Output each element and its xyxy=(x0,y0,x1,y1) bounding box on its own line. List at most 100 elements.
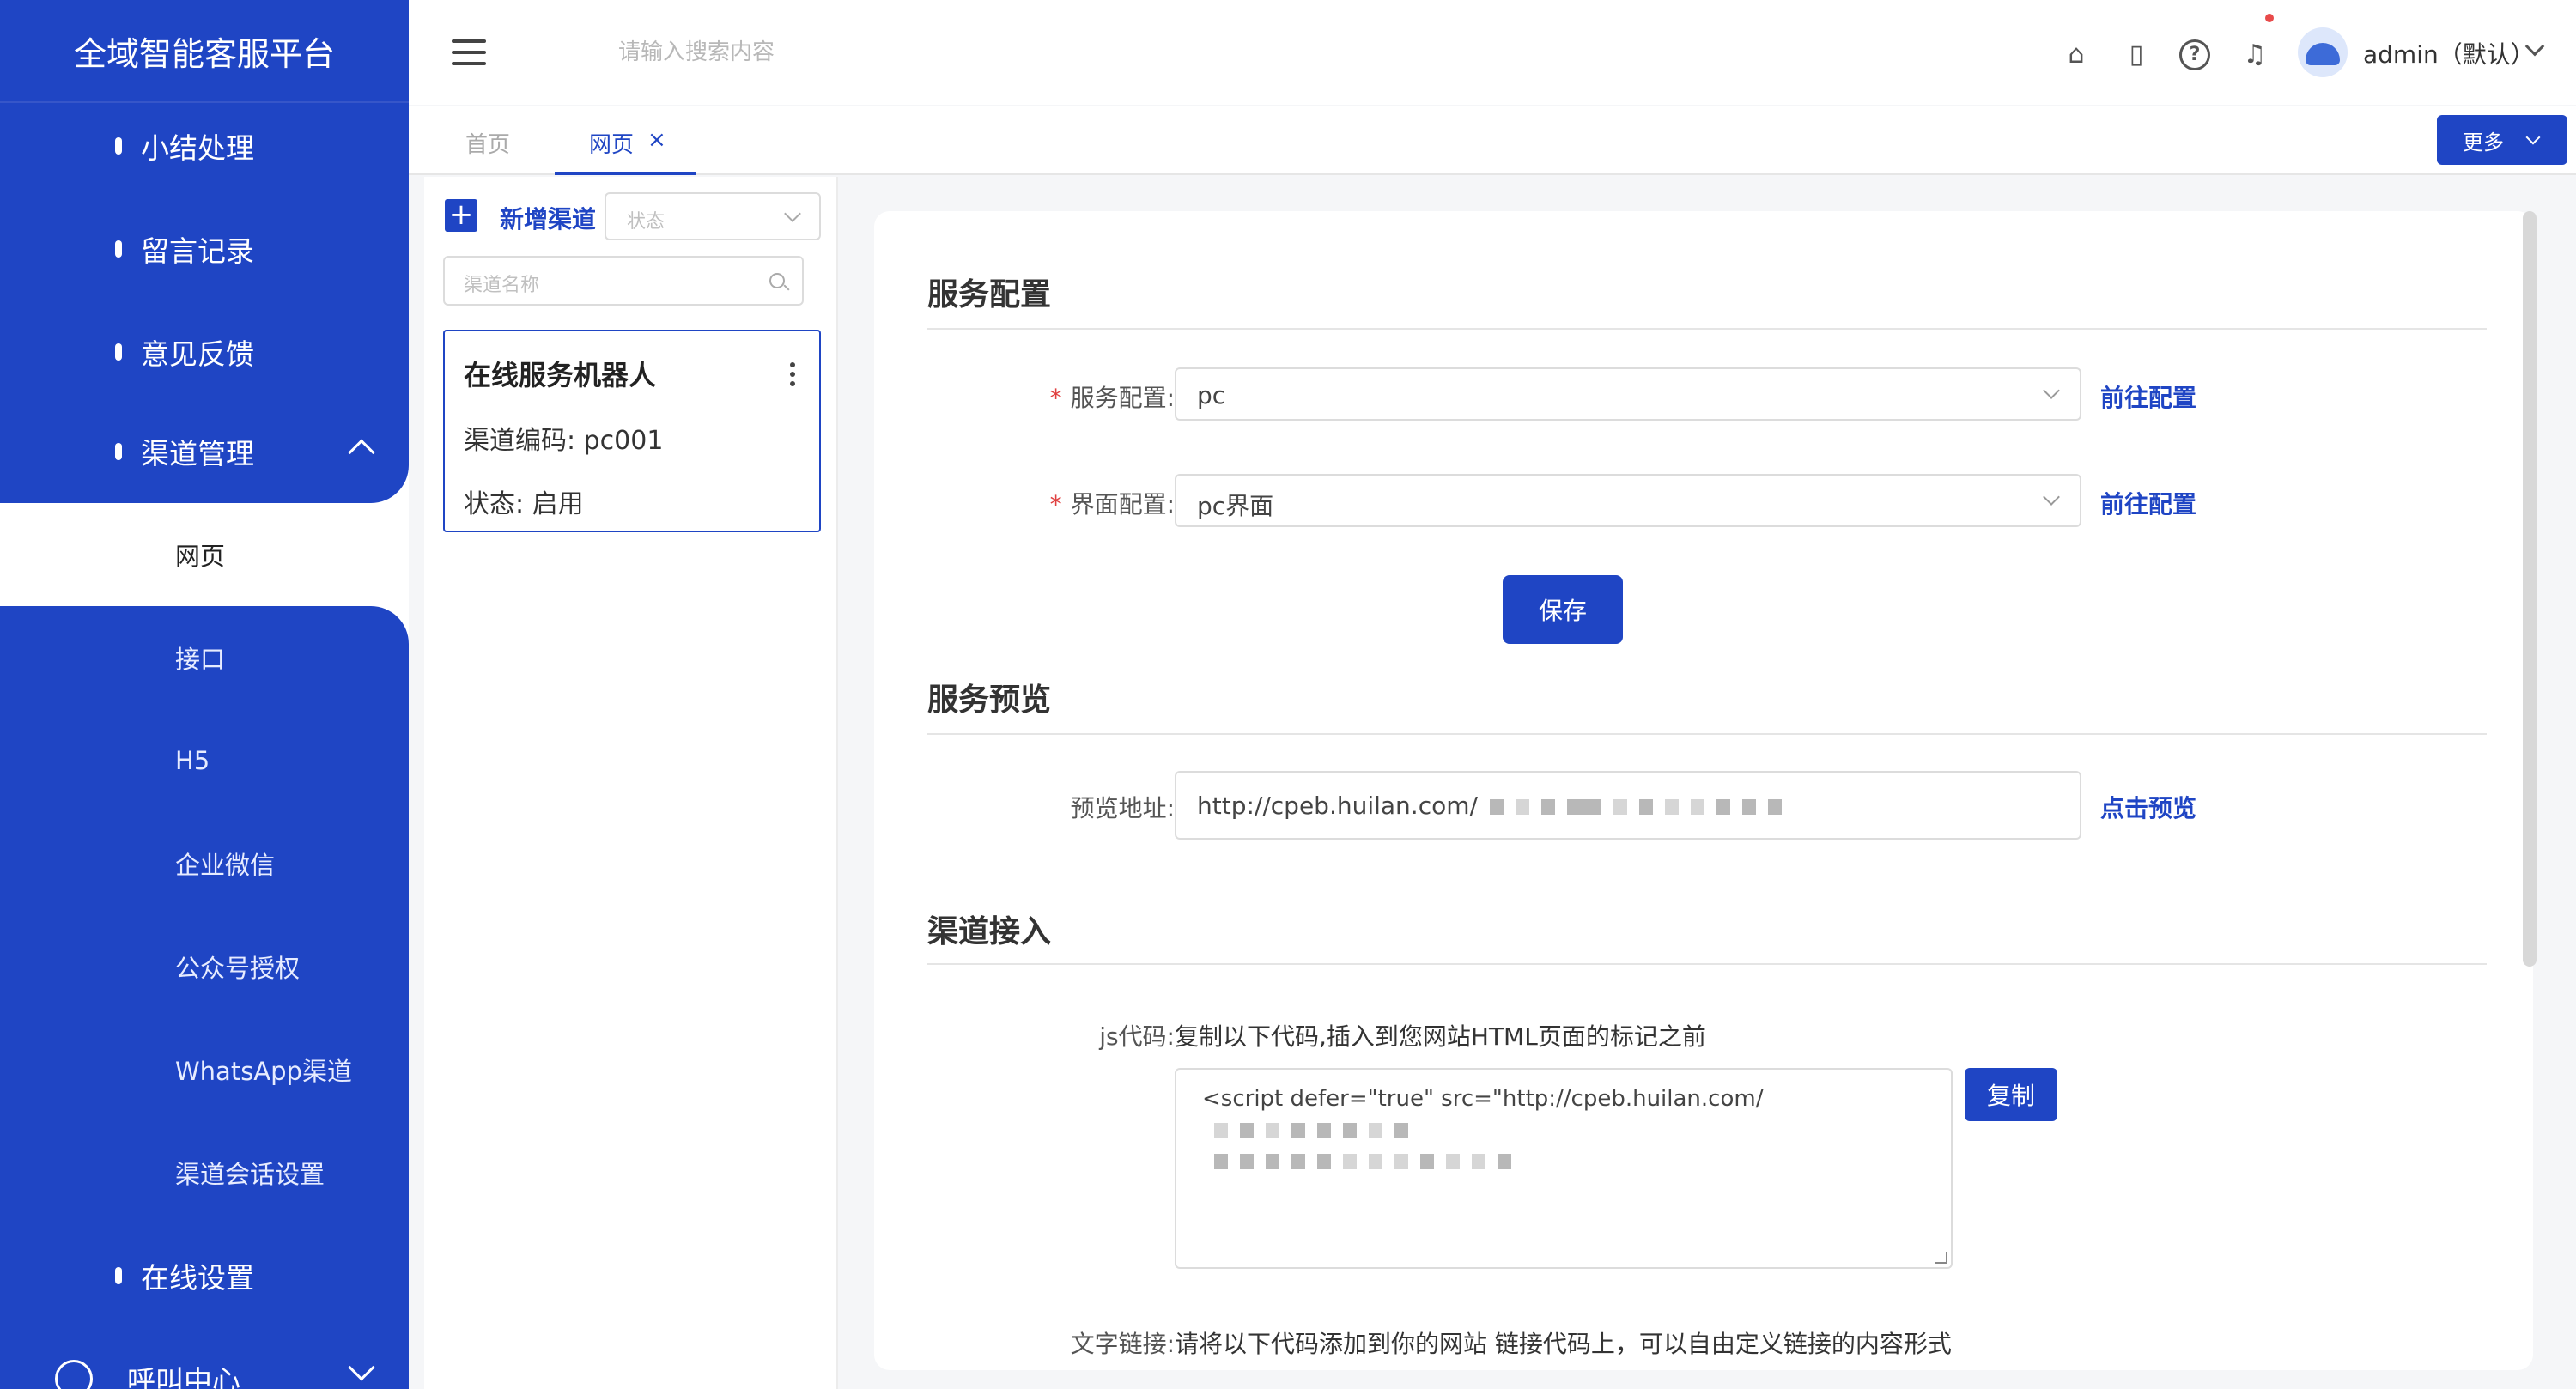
bell-icon[interactable]: ♫ xyxy=(2239,39,2270,70)
js-code-value: <script defer="true" src="http://cpeb.hu… xyxy=(1202,1086,1764,1112)
sidebar-subitem-web[interactable]: 网页 xyxy=(0,503,409,606)
section-title-service: 服务配置 xyxy=(927,277,1052,312)
ui-config-label: * 界面配置: xyxy=(1049,490,1175,519)
sidebar-item-online-settings[interactable]: 在线设置 xyxy=(0,1224,409,1327)
active-tab-indicator xyxy=(555,172,696,175)
channel-status: 状态: 启用 xyxy=(464,489,584,519)
service-config-select[interactable]: pc xyxy=(1175,367,2081,421)
resize-handle-icon[interactable] xyxy=(1935,1252,1947,1264)
redacted-block xyxy=(1741,799,1756,815)
help-icon[interactable]: ? xyxy=(2179,39,2210,70)
bullet-icon xyxy=(115,343,122,361)
sidebar-item-label: 意见反馈 xyxy=(141,337,254,371)
redacted-block xyxy=(1716,799,1730,815)
chevron-down-icon xyxy=(784,205,801,222)
channel-card-title: 在线服务机器人 xyxy=(464,359,657,391)
tab-web[interactable]: 网页 xyxy=(589,127,634,159)
channel-card[interactable]: 在线服务机器人 渠道编码: pc001 状态: 启用 xyxy=(443,330,821,532)
divider xyxy=(927,328,2487,330)
add-channel-button[interactable]: 新增渠道 xyxy=(500,201,596,235)
menu-toggle-icon[interactable] xyxy=(452,39,486,65)
channel-name-search-input[interactable]: 渠道名称 xyxy=(443,256,804,306)
sidebar-item-summary[interactable]: 小结处理 xyxy=(0,94,409,197)
robot-icon[interactable]: ⌂ xyxy=(2061,39,2092,70)
more-button-label: 更多 xyxy=(2463,130,2504,155)
chevron-down-icon xyxy=(2525,130,2541,145)
divider xyxy=(927,963,2487,965)
sidebar-item-label: 渠道会话设置 xyxy=(175,1160,325,1189)
redacted-code-line xyxy=(1202,1145,1925,1176)
chevron-up-icon xyxy=(348,439,375,466)
sidebar-item-label: 小结处理 xyxy=(141,131,254,165)
sidebar-item-label: H5 xyxy=(175,746,210,775)
redacted-block xyxy=(1540,799,1555,815)
section-title-access: 渠道接入 xyxy=(927,914,1052,949)
text-link-label: 文字链接: xyxy=(1070,1330,1175,1358)
goto-service-config-link[interactable]: 前往配置 xyxy=(2100,379,2196,414)
sidebar-item-messages[interactable]: 留言记录 xyxy=(0,197,409,300)
bullet-icon xyxy=(115,1267,122,1284)
goto-ui-config-link[interactable]: 前往配置 xyxy=(2100,486,2196,520)
divider xyxy=(927,733,2487,735)
top-header: 请输入搜索内容 ⌂ ▯ ? ♫ admin（默认） xyxy=(409,0,2576,105)
channel-name-placeholder: 渠道名称 xyxy=(464,275,540,296)
sidebar-item-feedback[interactable]: 意见反馈 xyxy=(0,300,409,403)
config-card: 服务配置 * 服务配置: pc 前往配置 * 界面配置: pc界面 前往配置 保存 … xyxy=(874,211,2533,1370)
sidebar-subitem-session-settings[interactable]: 渠道会话设置 xyxy=(0,1121,409,1224)
js-code-label: js代码: xyxy=(1099,1022,1175,1051)
chevron-down-icon xyxy=(2043,382,2060,399)
search-icon[interactable] xyxy=(769,273,785,288)
bullet-icon xyxy=(115,240,122,258)
chevron-down-icon xyxy=(348,1354,375,1381)
sidebar-item-label: 在线设置 xyxy=(141,1261,254,1295)
save-button[interactable]: 保存 xyxy=(1503,575,1623,644)
sidebar-subitem-official-account[interactable]: 公众号授权 xyxy=(0,915,409,1018)
sidebar-subitem-h5[interactable]: H5 xyxy=(0,709,409,812)
ui-config-select[interactable]: pc界面 xyxy=(1175,474,2081,527)
more-vertical-icon[interactable] xyxy=(790,362,795,388)
status-select-placeholder: 状态 xyxy=(627,211,665,233)
copy-button[interactable]: 复制 xyxy=(1965,1068,2057,1121)
sidebar-item-call-center[interactable]: 呼叫中心 xyxy=(0,1327,409,1389)
bullet-icon xyxy=(115,137,122,155)
preview-url-label: 预览地址: xyxy=(1070,794,1175,822)
redacted-block xyxy=(1515,799,1529,815)
scrollbar[interactable] xyxy=(2523,211,2537,967)
sidebar-subitem-api[interactable]: 接口 xyxy=(0,606,409,709)
close-icon[interactable]: × xyxy=(647,127,666,153)
channel-code: 渠道编码: pc001 xyxy=(464,426,664,456)
redacted-block xyxy=(1613,799,1627,815)
app-title: 全域智能客服平台 xyxy=(0,0,409,103)
preview-url-value: http://cpeb.huilan.com/ xyxy=(1197,792,1478,820)
sidebar: 全域智能客服平台 小结处理 留言记录 意见反馈 渠道管理 网页 接口 H5 企业… xyxy=(0,0,409,1389)
sidebar-item-label: 公众号授权 xyxy=(175,954,301,983)
username[interactable]: admin（默认） xyxy=(2363,36,2535,70)
plus-icon[interactable]: + xyxy=(445,199,477,232)
sidebar-subitem-whatsapp[interactable]: WhatsApp渠道 xyxy=(0,1018,409,1121)
redacted-block xyxy=(1664,799,1679,815)
redacted-block xyxy=(1690,799,1704,815)
sidebar-item-label: 留言记录 xyxy=(141,234,254,268)
preview-url-field[interactable]: http://cpeb.huilan.com/ xyxy=(1175,771,2081,840)
tab-bar: 首页 网页 × 更多 xyxy=(409,106,2576,175)
js-code-textarea[interactable]: <script defer="true" src="http://cpeb.hu… xyxy=(1175,1068,1953,1269)
sidebar-subitem-wecom[interactable]: 企业微信 xyxy=(0,812,409,915)
more-button[interactable]: 更多 xyxy=(2437,115,2567,165)
sidebar-item-label: 渠道管理 xyxy=(141,437,254,470)
sidebar-item-label: WhatsApp渠道 xyxy=(175,1057,352,1086)
preview-link[interactable]: 点击预览 xyxy=(2100,790,2196,824)
sidebar-item-label: 网页 xyxy=(175,542,226,571)
sidebar-item-channel-management[interactable]: 渠道管理 xyxy=(0,400,409,503)
text-link-description: 请将以下代码添加到你的网站 链接代码上，可以自由定义链接的内容形式 xyxy=(1175,1330,1952,1358)
required-mark: * xyxy=(1049,384,1062,412)
channel-list-panel: + 新增渠道 状态 渠道名称 在线服务机器人 渠道编码: pc001 状态: 启… xyxy=(424,177,838,1389)
section-title-preview: 服务预览 xyxy=(927,682,1052,718)
global-search-input[interactable]: 请输入搜索内容 xyxy=(618,34,775,66)
chevron-down-icon xyxy=(2043,488,2060,506)
ui-config-value: pc界面 xyxy=(1197,492,1274,520)
book-icon[interactable]: ▯ xyxy=(2121,39,2152,70)
redacted-code-line xyxy=(1202,1114,1925,1145)
tab-home[interactable]: 首页 xyxy=(465,127,510,159)
avatar[interactable] xyxy=(2298,27,2348,77)
status-select[interactable]: 状态 xyxy=(605,192,821,240)
